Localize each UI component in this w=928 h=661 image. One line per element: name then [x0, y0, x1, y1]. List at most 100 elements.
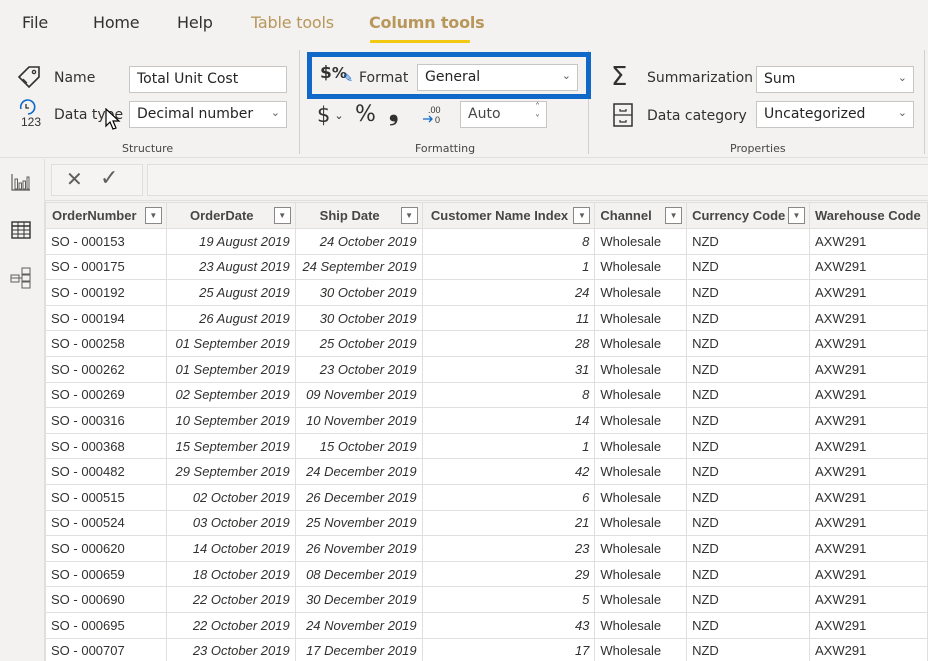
ship-date-cell[interactable]: 25 October 2019: [294, 330, 423, 357]
order-number-cell[interactable]: SO - 000524: [45, 509, 167, 537]
column-header[interactable]: Customer Name Index ▼: [421, 202, 596, 229]
currency-cell[interactable]: NZD: [686, 458, 811, 485]
channel-cell[interactable]: Wholesale: [594, 458, 688, 485]
tab-file[interactable]: File: [22, 13, 48, 32]
ship-date-cell[interactable]: 24 September 2019: [294, 253, 423, 281]
currency-cell[interactable]: NZD: [686, 637, 811, 661]
customer-index-cell[interactable]: 1: [421, 253, 596, 281]
warehouse-cell[interactable]: AXW291: [809, 586, 928, 613]
data-category-dropdown[interactable]: Uncategorized ⌄: [756, 101, 914, 128]
column-header[interactable]: Channel ▼: [594, 202, 688, 229]
ship-date-cell[interactable]: 24 December 2019: [294, 458, 423, 485]
ship-date-cell[interactable]: 26 November 2019: [294, 535, 423, 562]
warehouse-cell[interactable]: AXW291: [809, 483, 928, 511]
data-view-button[interactable]: [10, 219, 34, 243]
customer-index-cell[interactable]: 43: [421, 611, 596, 639]
warehouse-cell[interactable]: AXW291: [809, 637, 928, 661]
customer-index-cell[interactable]: 11: [421, 304, 596, 332]
order-date-cell[interactable]: 02 October 2019: [165, 483, 296, 511]
tab-home[interactable]: Home: [93, 13, 140, 32]
filter-dropdown-icon[interactable]: ▼: [273, 207, 291, 224]
order-date-cell[interactable]: 26 August 2019: [165, 304, 296, 332]
tab-help[interactable]: Help: [177, 13, 213, 32]
ship-date-cell[interactable]: 30 October 2019: [294, 304, 423, 332]
order-number-cell[interactable]: SO - 000620: [45, 535, 167, 562]
currency-cell[interactable]: NZD: [686, 355, 811, 383]
column-header[interactable]: OrderNumber ▼: [45, 202, 167, 229]
customer-index-cell[interactable]: 28: [421, 330, 596, 357]
currency-cell[interactable]: NZD: [686, 483, 811, 511]
ship-date-cell[interactable]: 23 October 2019: [294, 355, 423, 383]
order-date-cell[interactable]: 23 August 2019: [165, 253, 296, 281]
order-number-cell[interactable]: SO - 000368: [45, 432, 167, 460]
currency-cell[interactable]: NZD: [686, 586, 811, 613]
order-date-cell[interactable]: 01 September 2019: [165, 330, 296, 357]
order-date-cell[interactable]: 22 October 2019: [165, 611, 296, 639]
customer-index-cell[interactable]: 31: [421, 355, 596, 383]
channel-cell[interactable]: Wholesale: [594, 407, 688, 434]
order-date-cell[interactable]: 29 September 2019: [165, 458, 296, 485]
channel-cell[interactable]: Wholesale: [594, 432, 688, 460]
order-date-cell[interactable]: 02 September 2019: [165, 381, 296, 409]
order-number-cell[interactable]: SO - 000695: [45, 611, 167, 639]
currency-cell[interactable]: NZD: [686, 432, 811, 460]
ship-date-cell[interactable]: 24 October 2019: [294, 228, 423, 255]
customer-index-cell[interactable]: 29: [421, 560, 596, 588]
customer-index-cell[interactable]: 6: [421, 483, 596, 511]
order-number-cell[interactable]: SO - 000269: [45, 381, 167, 409]
order-number-cell[interactable]: SO - 000262: [45, 355, 167, 383]
customer-index-cell[interactable]: 8: [421, 228, 596, 255]
decimal-places-spinner[interactable]: Auto ˄ ˅: [460, 101, 547, 128]
customer-index-cell[interactable]: 5: [421, 586, 596, 613]
order-number-cell[interactable]: SO - 000515: [45, 483, 167, 511]
channel-cell[interactable]: Wholesale: [594, 483, 688, 511]
channel-cell[interactable]: Wholesale: [594, 355, 688, 383]
formula-input[interactable]: [147, 164, 928, 196]
tab-table-tools[interactable]: Table tools: [251, 13, 334, 32]
ship-date-cell[interactable]: 25 November 2019: [294, 509, 423, 537]
channel-cell[interactable]: Wholesale: [594, 381, 688, 409]
spinner-arrows-icon[interactable]: ˄ ˅: [535, 102, 540, 126]
currency-cell[interactable]: NZD: [686, 381, 811, 409]
column-header[interactable]: Warehouse Code: [809, 202, 928, 229]
warehouse-cell[interactable]: AXW291: [809, 560, 928, 588]
tab-column-tools[interactable]: Column tools: [369, 13, 485, 32]
filter-dropdown-icon[interactable]: ▼: [144, 207, 162, 224]
order-number-cell[interactable]: SO - 000659: [45, 560, 167, 588]
order-date-cell[interactable]: 19 August 2019: [165, 228, 296, 255]
warehouse-cell[interactable]: AXW291: [809, 253, 928, 281]
warehouse-cell[interactable]: AXW291: [809, 432, 928, 460]
name-input[interactable]: Total Unit Cost: [129, 66, 287, 93]
channel-cell[interactable]: Wholesale: [594, 228, 688, 255]
ship-date-cell[interactable]: 26 December 2019: [294, 483, 423, 511]
channel-cell[interactable]: Wholesale: [594, 304, 688, 332]
warehouse-cell[interactable]: AXW291: [809, 611, 928, 639]
percent-button[interactable]: %: [355, 102, 376, 127]
warehouse-cell[interactable]: AXW291: [809, 509, 928, 537]
channel-cell[interactable]: Wholesale: [594, 509, 688, 537]
ship-date-cell[interactable]: 09 November 2019: [294, 381, 423, 409]
warehouse-cell[interactable]: AXW291: [809, 458, 928, 485]
warehouse-cell[interactable]: AXW291: [809, 535, 928, 562]
order-number-cell[interactable]: SO - 000690: [45, 586, 167, 613]
channel-cell[interactable]: Wholesale: [594, 535, 688, 562]
report-view-button[interactable]: [10, 171, 34, 195]
customer-index-cell[interactable]: 24: [421, 279, 596, 306]
customer-index-cell[interactable]: 14: [421, 407, 596, 434]
order-date-cell[interactable]: 25 August 2019: [165, 279, 296, 306]
order-number-cell[interactable]: SO - 000707: [45, 637, 167, 661]
data-type-dropdown[interactable]: Decimal number ⌄: [129, 101, 287, 128]
ship-date-cell[interactable]: 17 December 2019: [294, 637, 423, 661]
customer-index-cell[interactable]: 17: [421, 637, 596, 661]
order-date-cell[interactable]: 18 October 2019: [165, 560, 296, 588]
filter-dropdown-icon[interactable]: ▼: [665, 207, 683, 224]
order-number-cell[interactable]: SO - 000258: [45, 330, 167, 357]
commit-button[interactable]: ✓: [100, 166, 118, 191]
customer-index-cell[interactable]: 23: [421, 535, 596, 562]
currency-cell[interactable]: NZD: [686, 279, 811, 306]
ship-date-cell[interactable]: 30 October 2019: [294, 279, 423, 306]
filter-dropdown-icon[interactable]: ▼: [573, 207, 591, 224]
customer-index-cell[interactable]: 42: [421, 458, 596, 485]
order-date-cell[interactable]: 23 October 2019: [165, 637, 296, 661]
order-date-cell[interactable]: 15 September 2019: [165, 432, 296, 460]
